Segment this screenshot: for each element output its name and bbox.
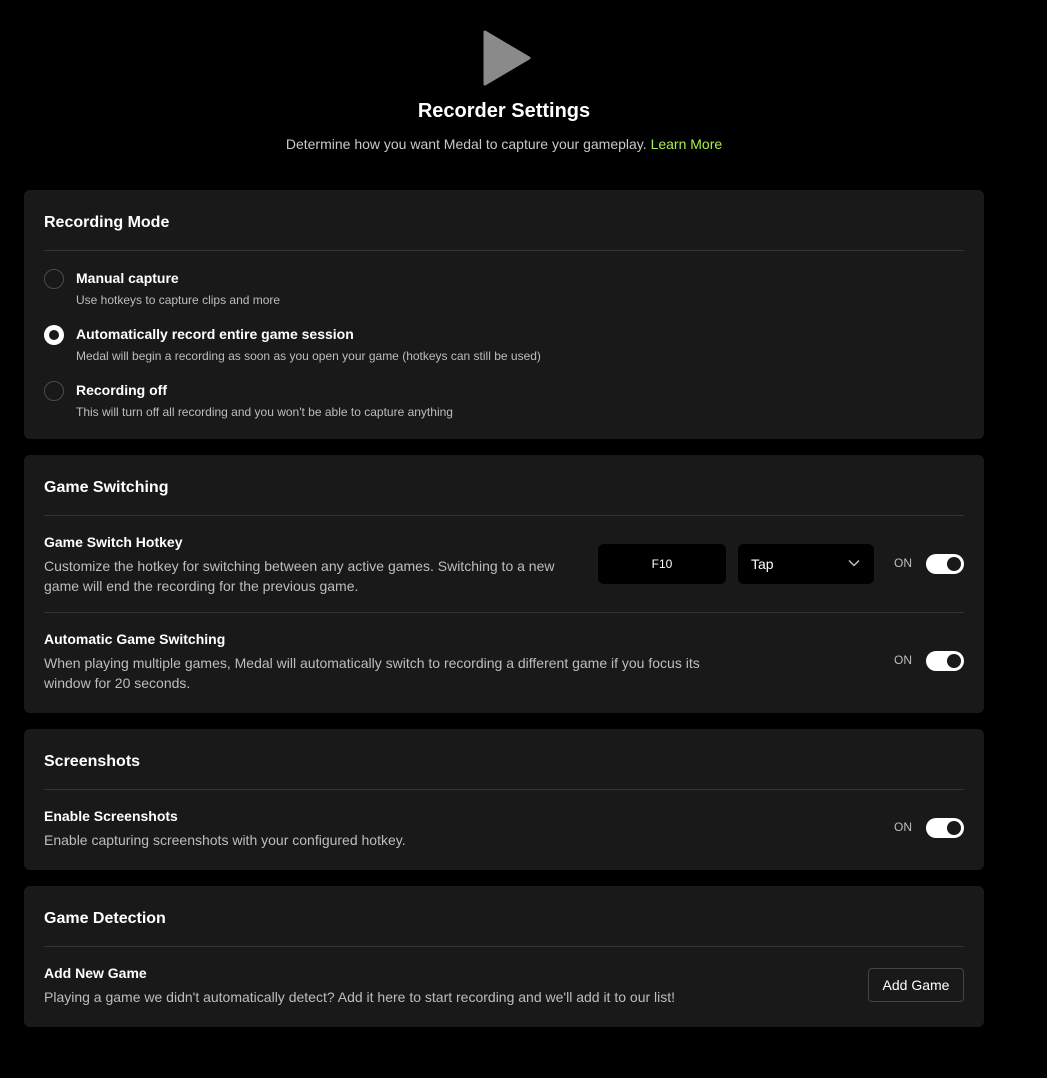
divider [44, 946, 964, 947]
auto-game-switching-description: When playing multiple games, Medal will … [44, 655, 700, 691]
game-detection-card: Game Detection Add New Game Playing a ga… [24, 886, 984, 1027]
divider [44, 515, 964, 516]
page-title: Recorder Settings [417, 100, 591, 122]
radio-description: This will turn off all recording and you… [76, 405, 453, 419]
toggle-state-text: ON [894, 653, 912, 667]
learn-more-link[interactable]: Learn More [651, 136, 723, 152]
game-switch-hotkey-toggle[interactable] [926, 554, 964, 574]
radio-recording-off[interactable]: Recording off This will turn off all rec… [44, 381, 944, 427]
subtitle-text: Determine how you want Medal to capture … [285, 136, 647, 152]
divider [44, 789, 964, 790]
divider [44, 250, 964, 251]
radio-button[interactable] [44, 269, 64, 289]
radio-auto-record-session[interactable]: Automatically record entire game session… [44, 325, 944, 371]
hotkey-mode-value: Tap [751, 556, 774, 572]
game-switch-hotkey-label: Game Switch Hotkey [44, 534, 183, 550]
toggle-state-text: ON [894, 556, 912, 570]
hotkey-input[interactable]: F10 [598, 544, 726, 584]
radio-label: Recording off [76, 382, 167, 398]
radio-description: Medal will begin a recording as soon as … [76, 349, 541, 363]
play-icon [483, 30, 531, 86]
toggle-knob [947, 821, 961, 835]
screenshots-card: Screenshots Enable Screenshots Enable ca… [24, 729, 984, 870]
enable-screenshots-description: Enable capturing screenshots with your c… [44, 832, 406, 848]
screenshots-title: Screenshots [44, 753, 141, 770]
radio-button[interactable] [44, 381, 64, 401]
enable-screenshots-toggle[interactable] [926, 818, 964, 838]
hotkey-mode-select[interactable]: Tap [738, 544, 874, 584]
auto-game-switching-toggle-group: ON [894, 651, 964, 671]
add-new-game-description: Playing a game we didn't automatically d… [44, 989, 676, 1005]
add-game-button[interactable]: Add Game [868, 968, 964, 1002]
enable-screenshots-toggle-group: ON [894, 818, 964, 838]
divider [44, 612, 964, 613]
toggle-knob [947, 654, 961, 668]
add-new-game-label: Add New Game [44, 965, 147, 981]
auto-game-switching-label: Automatic Game Switching [44, 631, 226, 647]
game-switch-hotkey-description: Customize the hotkey for switching betwe… [44, 558, 555, 594]
game-switching-title: Game Switching [44, 479, 169, 496]
toggle-state-text: ON [894, 820, 912, 834]
recorder-settings-page: Recorder Settings Determine how you want… [0, 0, 1047, 1078]
toggle-knob [947, 557, 961, 571]
radio-label: Automatically record entire game session [76, 326, 354, 342]
radio-description: Use hotkeys to capture clips and more [76, 293, 281, 307]
game-detection-title: Game Detection [44, 910, 166, 927]
game-switch-hotkey-toggle-group: ON [894, 554, 964, 574]
radio-label: Manual capture [76, 270, 179, 286]
auto-game-switching-toggle[interactable] [926, 651, 964, 671]
recording-mode-title: Recording Mode [44, 214, 170, 231]
chevron-down-icon [848, 559, 860, 567]
enable-screenshots-label: Enable Screenshots [44, 808, 178, 824]
radio-manual-capture[interactable]: Manual capture Use hotkeys to capture cl… [44, 269, 944, 315]
recording-mode-card: Recording Mode Manual capture Use hotkey… [24, 190, 984, 439]
game-switching-card: Game Switching Game Switch Hotkey Custom… [24, 455, 984, 713]
page-subtitle: Determine how you want Medal to capture … [24, 136, 984, 152]
radio-button-selected[interactable] [44, 325, 64, 345]
